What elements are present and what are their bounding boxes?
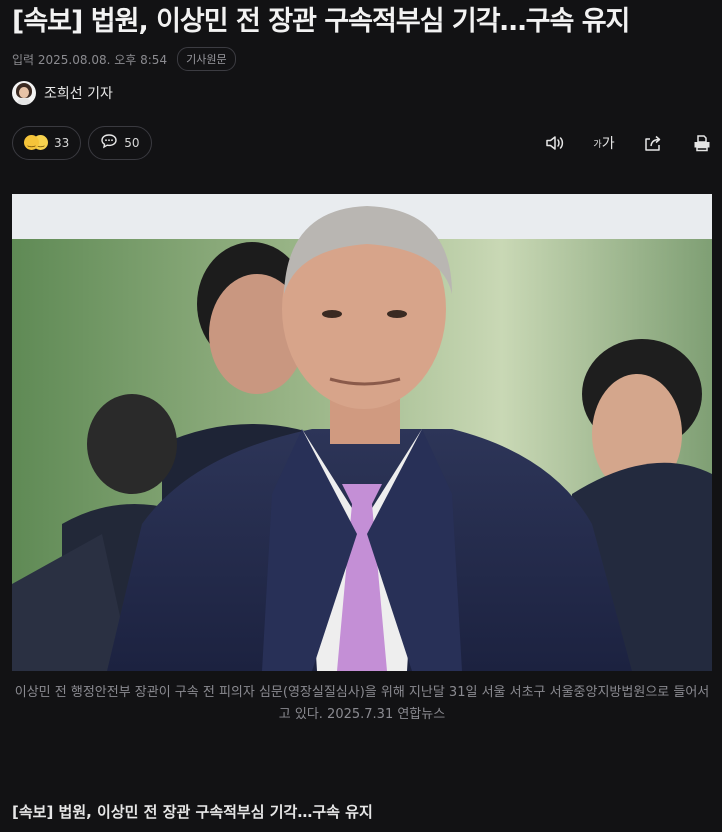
comment-count: 50 <box>124 136 140 150</box>
font-size-icon[interactable]: 가가 <box>592 131 616 155</box>
article-tools: 가가 <box>543 131 714 155</box>
reporter-avatar[interactable] <box>12 81 36 105</box>
comment-button[interactable]: 50 <box>88 126 152 160</box>
reaction-bar: ‿ ‿ 33 50 <box>12 126 152 160</box>
comment-icon <box>100 133 118 153</box>
speaker-icon[interactable] <box>543 131 567 155</box>
article-meta: 입력 2025.08.08. 오후 8:54 기사원문 <box>12 47 236 71</box>
emoji-reaction-button[interactable]: ‿ ‿ 33 <box>12 126 82 160</box>
emoji-reaction-icon: ‿ ‿ <box>24 134 48 152</box>
article-body-first-line: [속보] 법원, 이상민 전 장관 구속적부심 기각…구속 유지 <box>12 803 373 821</box>
print-icon[interactable] <box>690 131 714 155</box>
byline[interactable]: 조희선 기자 <box>12 81 113 105</box>
emoji-reaction-count: 33 <box>54 136 70 150</box>
photo-caption: 이상민 전 행정안전부 장관이 구속 전 피의자 심문(영장실질심사)을 위해 … <box>14 685 710 722</box>
article-photo <box>12 194 712 671</box>
share-icon[interactable] <box>641 131 665 155</box>
reporter-name[interactable]: 조희선 기자 <box>44 83 113 103</box>
original-article-link[interactable]: 기사원문 <box>177 47 236 71</box>
article-title: [속보] 법원, 이상민 전 장관 구속적부심 기각…구속 유지 <box>12 6 630 37</box>
publish-date: 입력 2025.08.08. 오후 8:54 <box>12 52 168 67</box>
